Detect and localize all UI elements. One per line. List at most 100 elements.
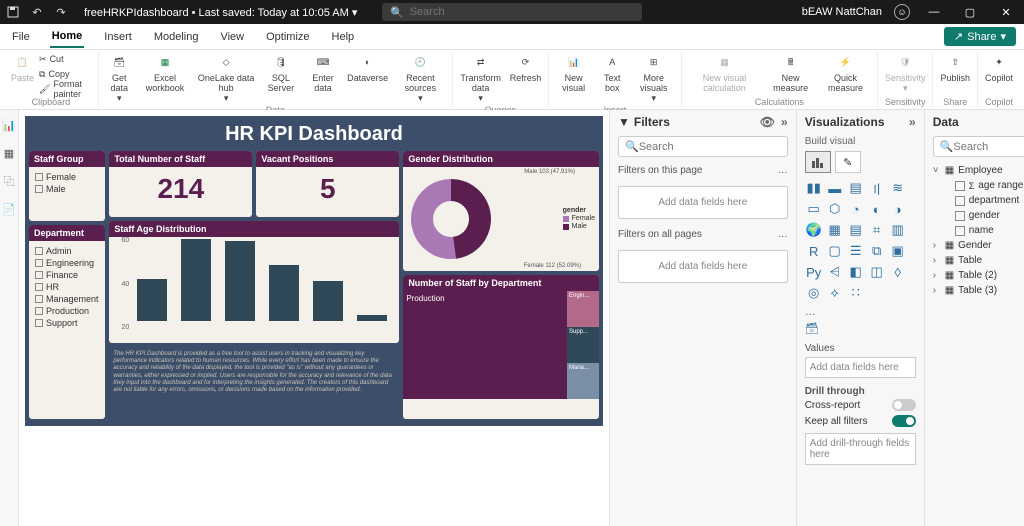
transform-data-button[interactable]: ⇄Transform data▾	[457, 52, 505, 105]
text-box-button[interactable]: AText box	[596, 52, 629, 95]
viz-type-icon[interactable]: ◫	[868, 263, 886, 281]
age-bar[interactable]	[269, 265, 299, 321]
slicer-item-female[interactable]: Female	[33, 171, 101, 183]
tab-modeling[interactable]: Modeling	[152, 27, 201, 47]
field-gender[interactable]: gender	[933, 208, 1024, 223]
age-bar[interactable]	[181, 239, 211, 321]
undo-icon[interactable]: ↶	[30, 5, 44, 19]
age-bar[interactable]	[137, 279, 167, 321]
slicer-item-support[interactable]: Support	[33, 317, 101, 329]
field-department[interactable]: department	[933, 193, 1024, 208]
tab-home[interactable]: Home	[50, 26, 85, 48]
maximize-icon[interactable]: ▢	[958, 6, 982, 19]
search-input[interactable]	[410, 6, 634, 18]
viz-type-icon[interactable]: ⧉	[868, 242, 886, 260]
share-button[interactable]: ↗Share ▾	[944, 27, 1016, 46]
viz-tab-fields[interactable]	[805, 151, 831, 173]
cut-button[interactable]: ✂Cut	[39, 52, 94, 66]
tab-optimize[interactable]: Optimize	[264, 27, 311, 47]
dax-view-icon[interactable]: 📄	[0, 200, 18, 218]
viz-type-icon[interactable]: ▥	[889, 221, 907, 239]
table-table--3-[interactable]: ›▦Table (3)	[933, 283, 1024, 298]
tab-insert[interactable]: Insert	[102, 27, 134, 47]
viz-type-icon[interactable]: ⌗	[868, 221, 886, 239]
recent-sources-button[interactable]: 🕘Recent sources▾	[393, 52, 447, 105]
dataverse-button[interactable]: ◐Dataverse	[344, 52, 391, 85]
enter-data-button[interactable]: ⌨Enter data	[304, 52, 342, 95]
filters-search[interactable]: 🔍	[618, 136, 788, 157]
quick-measure-button[interactable]: ⚡Quick measure	[818, 52, 873, 95]
model-view-icon[interactable]: ⿻	[0, 172, 18, 190]
more-icon[interactable]: …	[778, 229, 788, 240]
gender-donut-chart[interactable]	[411, 179, 491, 259]
more-icon[interactable]: …	[778, 165, 788, 176]
format-painter-button[interactable]: 🖌Format painter	[39, 82, 94, 96]
age-bar[interactable]	[357, 315, 387, 321]
viz-type-icon[interactable]: R	[805, 242, 823, 260]
viz-type-icon[interactable]: ▭	[805, 200, 823, 218]
viz-type-icon[interactable]: ◑	[889, 200, 907, 218]
viz-type-icon[interactable]: ▣	[889, 242, 907, 260]
more-viz-icon[interactable]: …	[797, 306, 924, 318]
slicer-item-engineering[interactable]: Engineering	[33, 257, 101, 269]
dept-treemap[interactable]: Production Engin... Supp... Mana...	[403, 291, 599, 399]
viz-type-icon[interactable]: ▮▮	[805, 179, 823, 197]
tab-file[interactable]: File	[10, 27, 32, 47]
get-data-button[interactable]: 🗃Get data▾	[103, 52, 136, 105]
tab-view[interactable]: View	[218, 27, 246, 47]
viz-type-icon[interactable]: ☰	[847, 242, 865, 260]
keep-filters-toggle[interactable]	[892, 415, 916, 427]
eye-icon[interactable]: 👁	[760, 115, 775, 129]
values-dropzone[interactable]: Add data fields here	[805, 357, 916, 378]
slicer-item-production[interactable]: Production	[33, 305, 101, 317]
onelake-button[interactable]: ◇OneLake data hub▾	[194, 52, 257, 105]
filters-page-dropzone[interactable]: Add data fields here	[618, 186, 788, 219]
collapse-icon[interactable]: »	[909, 115, 916, 129]
global-search[interactable]: 🔍	[382, 3, 642, 21]
table-table[interactable]: ›▦Table	[933, 253, 1024, 268]
viz-type-icon[interactable]: ◎	[805, 284, 823, 302]
table-view-icon[interactable]: ▦	[0, 144, 18, 162]
sql-button[interactable]: 🛢SQL Server	[260, 52, 302, 95]
slicer-item-hr[interactable]: HR	[33, 281, 101, 293]
viz-type-icon[interactable]: ◐	[868, 200, 886, 218]
new-visual-button[interactable]: 📊New visual	[553, 52, 594, 95]
excel-button[interactable]: ▦Excel workbook	[138, 52, 193, 95]
data-search[interactable]: 🔍	[933, 136, 1024, 157]
cross-report-toggle[interactable]	[892, 399, 916, 411]
collapse-icon[interactable]: »	[781, 115, 788, 129]
publish-button[interactable]: ⇧Publish	[937, 52, 973, 85]
viz-type-icon[interactable]: ∷	[847, 284, 865, 302]
data-search-input[interactable]	[953, 141, 1024, 153]
age-bar[interactable]	[225, 241, 255, 321]
viz-type-icon[interactable]: ◔	[847, 200, 865, 218]
age-bar-chart[interactable]	[113, 241, 395, 321]
drill-dropzone[interactable]: Add drill-through fields here	[805, 433, 916, 465]
paste-button[interactable]: 📋Paste	[8, 52, 37, 85]
viz-type-icon[interactable]: ▦	[826, 221, 844, 239]
report-canvas[interactable]: HR KPI Dashboard Staff Group Female Male…	[19, 110, 609, 526]
refresh-button[interactable]: ⟳Refresh	[507, 52, 545, 85]
table-table--2-[interactable]: ›▦Table (2)	[933, 268, 1024, 283]
new-measure-button[interactable]: 🖩New measure	[765, 52, 816, 95]
slicer-item-finance[interactable]: Finance	[33, 269, 101, 281]
table-gender[interactable]: ›▦Gender	[933, 238, 1024, 253]
viz-type-icon[interactable]: ≋	[889, 179, 907, 197]
more-visuals-button[interactable]: ⊞More visuals▾	[631, 52, 677, 105]
viz-type-icon[interactable]: ▤	[847, 221, 865, 239]
close-icon[interactable]: ✕	[994, 6, 1018, 19]
avatar[interactable]: ☺	[894, 4, 910, 20]
viz-type-icon[interactable]: ◧	[847, 263, 865, 281]
viz-type-icon[interactable]: ⩤	[826, 263, 844, 281]
copilot-button[interactable]: ✦Copilot	[982, 52, 1016, 85]
viz-type-icon[interactable]: ◊	[889, 263, 907, 281]
viz-type-icon[interactable]: ⟡	[826, 284, 844, 302]
viz-type-icon[interactable]: ⬡	[826, 200, 844, 218]
redo-icon[interactable]: ↷	[54, 5, 68, 19]
sensitivity-button[interactable]: 🛡Sensitivity▾	[882, 52, 929, 95]
slicer-item-admin[interactable]: Admin	[33, 245, 101, 257]
age-bar[interactable]	[313, 281, 343, 321]
field-age-range[interactable]: Σ age range	[933, 178, 1024, 193]
table-employee[interactable]: ˅▦Employee	[933, 163, 1024, 178]
viz-type-icon[interactable]: Py	[805, 263, 823, 281]
